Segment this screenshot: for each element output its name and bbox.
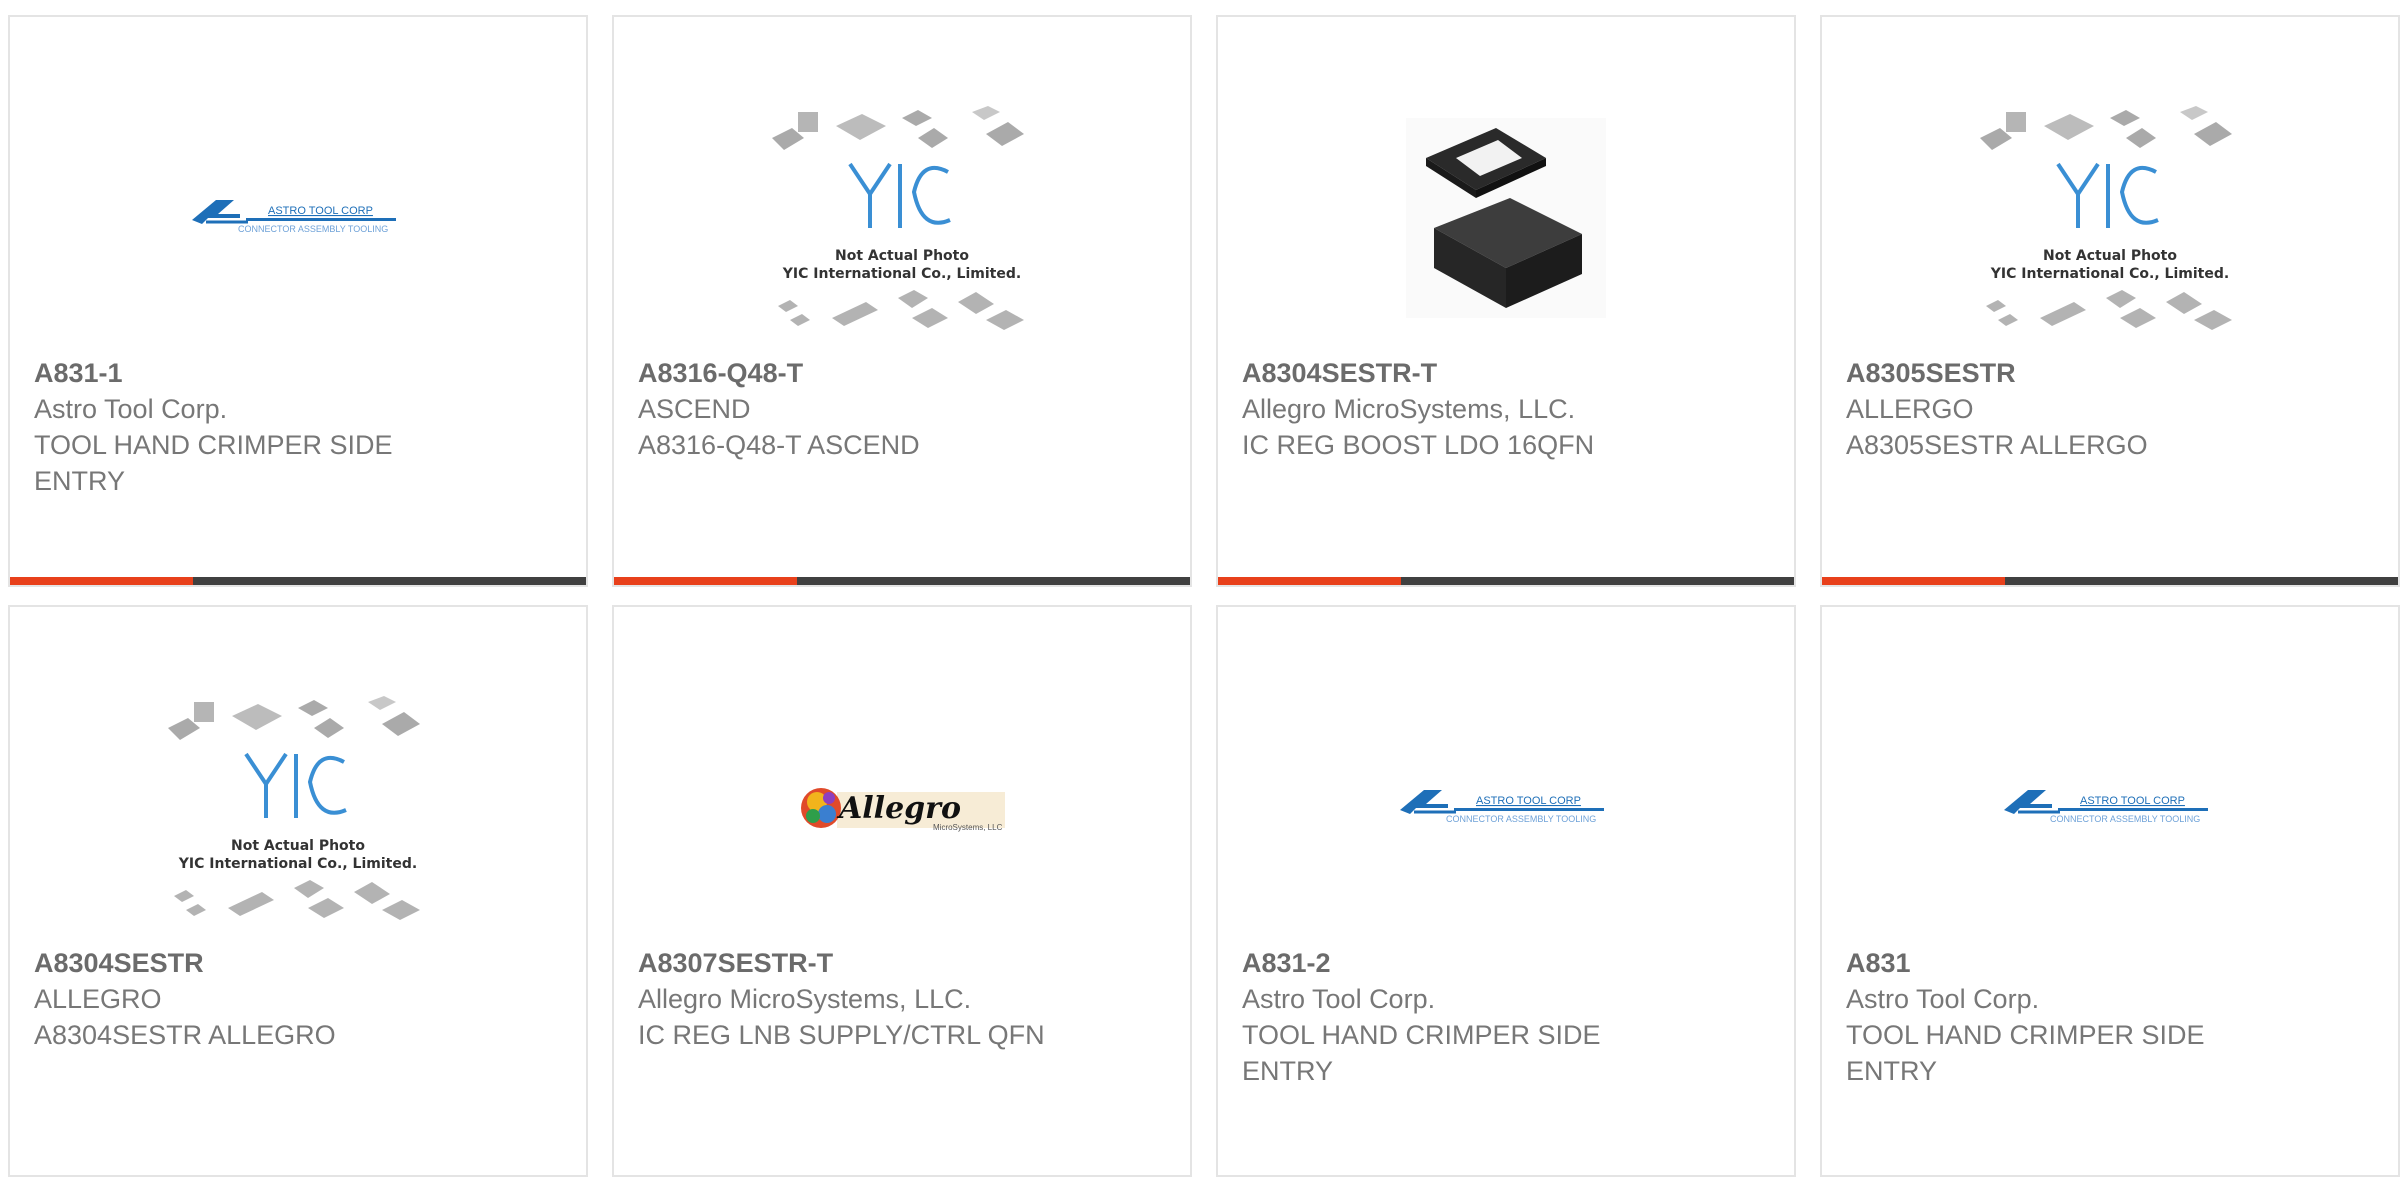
product-info: A8305SESTR ALLERGO A8305SESTR ALLERGO	[1846, 355, 2276, 463]
card-accent	[1822, 577, 2005, 585]
logo-subtext: CONNECTOR ASSEMBLY TOOLING	[238, 224, 388, 234]
logo-subtext: CONNECTOR ASSEMBLY TOOLING	[1446, 814, 1596, 824]
manufacturer: Allegro MicroSystems, LLC.	[1242, 394, 1576, 424]
description: A8305SESTR ALLERGO	[1846, 430, 2148, 460]
description: A8316-Q48-T ASCEND	[638, 430, 920, 460]
photo-line2: YIC International Co., Limited.	[178, 856, 417, 872]
manufacturer: ALLERGO	[1846, 394, 1974, 424]
manufacturer: Astro Tool Corp.	[34, 394, 228, 424]
astro-tool-logo-icon: ASTRO TOOL CORP CONNECTOR ASSEMBLY TOOLI…	[192, 200, 396, 234]
product-info: A8316-Q48-T ASCEND A8316-Q48-T ASCEND	[638, 355, 1068, 463]
product-image[interactable]: Not Actual Photo YIC International Co., …	[1822, 73, 2398, 363]
product-info: A8304SESTR ALLEGRO A8304SESTR ALLEGRO	[34, 945, 464, 1053]
product-image[interactable]: Not Actual Photo YIC International Co., …	[10, 663, 586, 953]
product-info: A8307SESTR-T Allegro MicroSystems, LLC. …	[638, 945, 1068, 1053]
logo-subtext: MicroSystems, LLC	[933, 823, 1003, 832]
product-image[interactable]: Allegro MicroSystems, LLC	[614, 663, 1190, 953]
description: IC REG LNB SUPPLY/CTRL QFN	[638, 1020, 1045, 1050]
product-image[interactable]: ASTRO TOOL CORP CONNECTOR ASSEMBLY TOOLI…	[1218, 663, 1794, 953]
product-image[interactable]: ASTRO TOOL CORP CONNECTOR ASSEMBLY TOOLI…	[1822, 663, 2398, 953]
manufacturer: ALLEGRO	[34, 984, 162, 1014]
astro-tool-logo-icon: ASTRO TOOL CORP CONNECTOR ASSEMBLY TOOLI…	[2004, 790, 2208, 824]
description: TOOL HAND CRIMPER SIDE ENTRY	[1846, 1020, 2205, 1086]
part-number[interactable]: A8307SESTR-T	[638, 945, 1068, 981]
manufacturer: ASCEND	[638, 394, 751, 424]
product-info: A831 Astro Tool Corp. TOOL HAND CRIMPER …	[1846, 945, 2276, 1089]
allegro-logo-icon: Allegro MicroSystems, LLC	[801, 788, 1005, 832]
part-number[interactable]: A8316-Q48-T	[638, 355, 1068, 391]
logo-text: ASTRO TOOL CORP	[2080, 795, 2185, 807]
card-bottom-bar	[1822, 577, 2398, 585]
description: TOOL HAND CRIMPER SIDE ENTRY	[34, 430, 393, 496]
product-card[interactable]: ASTRO TOOL CORP CONNECTOR ASSEMBLY TOOLI…	[1216, 605, 1796, 1177]
product-image[interactable]	[1218, 73, 1794, 363]
card-bottom-bar	[1218, 577, 1794, 585]
product-card[interactable]: Not Actual Photo YIC International Co., …	[1820, 15, 2400, 587]
yic-placeholder-icon: Not Actual Photo YIC International Co., …	[168, 696, 420, 920]
product-card[interactable]: Not Actual Photo YIC International Co., …	[8, 605, 588, 1177]
product-card[interactable]: A8304SESTR-T Allegro MicroSystems, LLC. …	[1216, 15, 1796, 587]
product-info: A831-2 Astro Tool Corp. TOOL HAND CRIMPE…	[1242, 945, 1672, 1089]
part-number[interactable]: A8304SESTR-T	[1242, 355, 1672, 391]
product-card[interactable]: Not Actual Photo YIC International Co., …	[612, 15, 1192, 587]
card-bottom-bar	[10, 577, 586, 585]
description: A8304SESTR ALLEGRO	[34, 1020, 336, 1050]
photo-line1: Not Actual Photo	[231, 838, 365, 854]
product-image[interactable]: Not Actual Photo YIC International Co., …	[614, 73, 1190, 363]
product-card[interactable]: ASTRO TOOL CORP CONNECTOR ASSEMBLY TOOLI…	[1820, 605, 2400, 1177]
product-image[interactable]: ASTRO TOOL CORP CONNECTOR ASSEMBLY TOOLI…	[10, 73, 586, 363]
card-accent	[614, 577, 797, 585]
logo-text: Allegro	[836, 791, 961, 826]
product-info: A8304SESTR-T Allegro MicroSystems, LLC. …	[1242, 355, 1672, 463]
card-accent	[1218, 577, 1401, 585]
description: TOOL HAND CRIMPER SIDE ENTRY	[1242, 1020, 1601, 1086]
photo-line1: Not Actual Photo	[2043, 248, 2177, 264]
part-number[interactable]: A8305SESTR	[1846, 355, 2276, 391]
photo-line2: YIC International Co., Limited.	[782, 266, 1021, 282]
logo-subtext: CONNECTOR ASSEMBLY TOOLING	[2050, 814, 2200, 824]
photo-line1: Not Actual Photo	[835, 248, 969, 264]
product-info: A831-1 Astro Tool Corp. TOOL HAND CRIMPE…	[34, 355, 464, 499]
manufacturer: Allegro MicroSystems, LLC.	[638, 984, 972, 1014]
part-number[interactable]: A831-1	[34, 355, 464, 391]
card-accent	[10, 577, 193, 585]
part-number[interactable]: A831	[1846, 945, 2276, 981]
part-number[interactable]: A8304SESTR	[34, 945, 464, 981]
card-bottom-bar	[614, 577, 1190, 585]
product-grid: ASTRO TOOL CORP CONNECTOR ASSEMBLY TOOLI…	[8, 15, 2400, 1177]
logo-text: ASTRO TOOL CORP	[1476, 795, 1581, 807]
yic-placeholder-icon: Not Actual Photo YIC International Co., …	[1980, 106, 2232, 330]
product-card[interactable]: ASTRO TOOL CORP CONNECTOR ASSEMBLY TOOLI…	[8, 15, 588, 587]
description: IC REG BOOST LDO 16QFN	[1242, 430, 1595, 460]
part-number[interactable]: A831-2	[1242, 945, 1672, 981]
manufacturer: Astro Tool Corp.	[1846, 984, 2040, 1014]
yic-placeholder-icon: Not Actual Photo YIC International Co., …	[772, 106, 1024, 330]
qfn-chip-photo-icon	[1406, 118, 1606, 318]
photo-line2: YIC International Co., Limited.	[1990, 266, 2229, 282]
logo-text: ASTRO TOOL CORP	[268, 205, 373, 217]
astro-tool-logo-icon: ASTRO TOOL CORP CONNECTOR ASSEMBLY TOOLI…	[1400, 790, 1604, 824]
manufacturer: Astro Tool Corp.	[1242, 984, 1436, 1014]
product-card[interactable]: Allegro MicroSystems, LLC A8307SESTR-T A…	[612, 605, 1192, 1177]
